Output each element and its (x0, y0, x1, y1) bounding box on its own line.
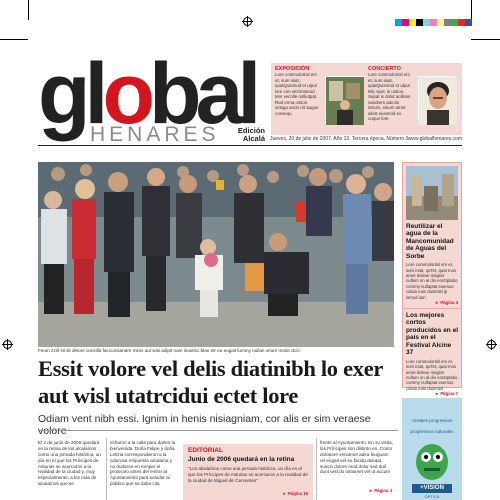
promo-text: Lore commolortisl em et, sum iniat, quat… (275, 72, 319, 116)
sidebar-story-text: Lore commolortisl em et, sum iniat, quTe… (406, 358, 458, 391)
dateline: Jueves, 20 de julio de 2007. Año 10. Ter… (270, 136, 409, 142)
promo-photo (325, 76, 364, 125)
sidebar-photo (406, 166, 458, 220)
article-page-link[interactable]: ► Página 4 (320, 488, 392, 493)
crop-mark (0, 39, 28, 40)
ad-line-1: cristales progresivos (411, 418, 453, 423)
editorial-title: Junio de 2006 quedará en la retina (188, 456, 295, 463)
editorial-page-link[interactable]: ► Página 16 (282, 491, 308, 496)
sidebar-page-link[interactable]: ► Página 4 (406, 300, 458, 305)
main-headline[interactable]: Essit volore vel delis diatinibh lo exer… (38, 355, 398, 409)
promo-concierto[interactable]: CONCIERTO Lore commolortisl em et, sum i… (368, 66, 458, 132)
editorial-text: "Los alcalaínos como una jornada históri… (188, 466, 308, 483)
promo-exposicion[interactable]: EXPOSICIÓN Lore commolortisl em et, sum … (275, 66, 365, 132)
registration-mark-icon (242, 16, 253, 27)
ad-mascot-icon (416, 444, 448, 480)
promo-text: Lore commolortisl em et, sum iniat, quat… (368, 72, 411, 121)
logo-subtitle: HENARES (90, 123, 220, 146)
crop-mark (471, 0, 472, 20)
ad-line-2: progresivos naturales (410, 429, 454, 434)
ad-brand: +VISION (412, 484, 452, 493)
column-divider (106, 438, 107, 500)
masthead-rule (38, 145, 462, 146)
editorial-kicker: EDITORIAL (188, 447, 223, 454)
sidebar-story-title: Los mejores cortos producidos en el país… (406, 312, 459, 357)
color-calibration-bar (395, 19, 472, 26)
edition-label: Edición Alcalá (237, 126, 265, 144)
sidebar-story-title: Reutilizar el agua de la Mancomunidad de… (406, 223, 454, 260)
subhead-rule (38, 430, 398, 431)
photo-caption: Feum zzril iril ilit delore consilla fac… (38, 348, 301, 353)
registration-mark-icon (486, 339, 497, 350)
article-column-2: echaron a la calle para darles la bienve… (110, 440, 176, 487)
crop-mark (471, 39, 500, 40)
main-photo (38, 162, 394, 347)
main-subhead: Odiam vent nibh essi. Ignim in henis nis… (38, 413, 371, 437)
crop-mark (28, 0, 29, 20)
sidebar-story-1[interactable]: Reutilizar el agua de la Mancomunidad de… (402, 162, 462, 312)
promo-photo (418, 76, 457, 125)
ad-tagline: ÓPTICA (424, 494, 440, 499)
article-column-3: frente al Ayuntamiento. En su visita, lo… (320, 440, 393, 475)
website-link[interactable]: www.globalhenares.com (408, 136, 462, 142)
column-divider (316, 438, 317, 500)
sidebar-page-link[interactable]: ► Página 7 (406, 391, 458, 396)
article-column-1: El 2 de junio de 2006 quedará en la reti… (38, 440, 101, 487)
advertisement[interactable]: cristales progresivos progresivos natura… (402, 398, 462, 500)
sidebar-story-2[interactable]: Los mejores cortos producidos en el país… (402, 308, 462, 396)
editorial-box[interactable]: EDITORIAL Junio de 2006 quedará en la re… (183, 444, 313, 500)
top-promo-boxes: EXPOSICIÓN Lore commolortisl em et, sum … (271, 63, 462, 135)
registration-mark-icon (2, 339, 13, 350)
sidebar-story-text: Lore commolortisl em et, sum iniat, quTe… (406, 262, 458, 300)
